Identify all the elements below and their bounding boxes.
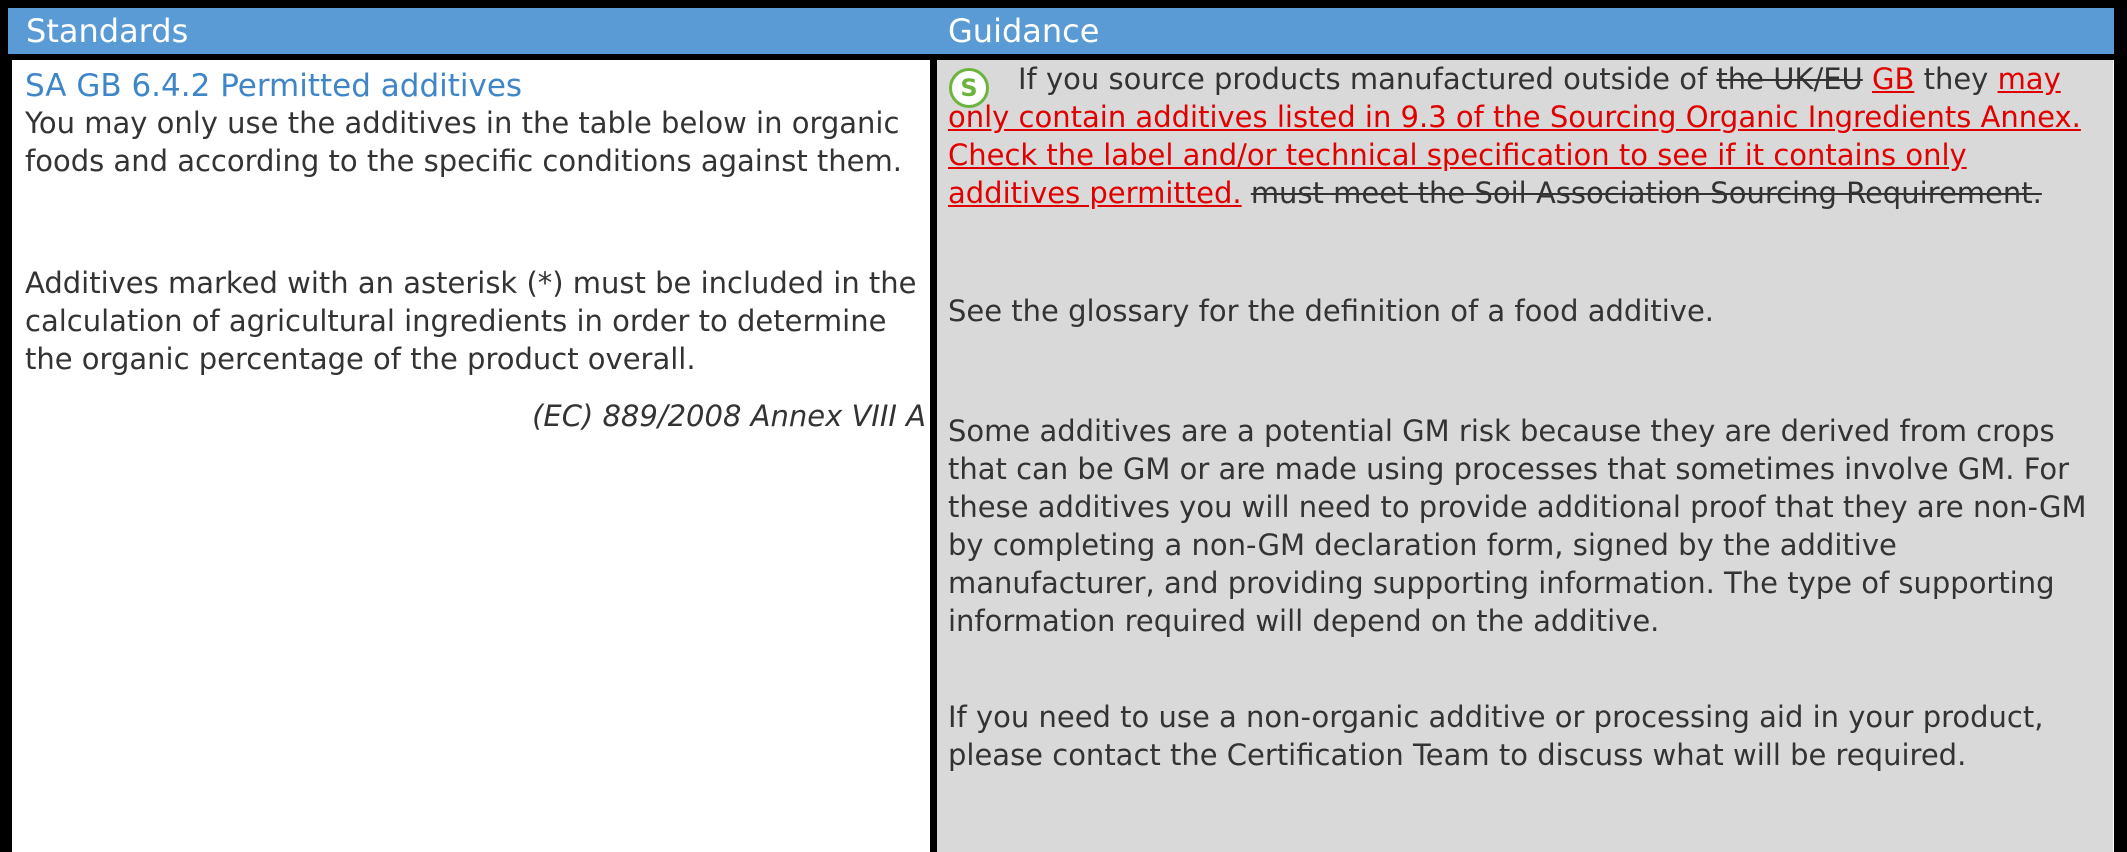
inserted-text-gb: GB xyxy=(1871,62,1915,96)
sourcing-text-b: they xyxy=(1914,62,1998,96)
table-border-column-divider xyxy=(929,0,937,852)
standards-guidance-table: Standards Guidance SA GB 6.4.2 Permitted… xyxy=(0,0,2127,852)
guidance-paragraph-glossary: See the glossary for the definition of a… xyxy=(948,294,1715,328)
sourcing-text-a: If you source products manufactured outs… xyxy=(1018,62,1717,96)
column-header-standards: Standards xyxy=(8,8,934,54)
guidance-cell: S If you source products manufactured ou… xyxy=(937,60,2113,852)
column-header-guidance: Guidance xyxy=(934,8,2114,54)
guidance-paragraph-contact: If you need to use a non-organic additiv… xyxy=(948,700,2044,772)
guidance-paragraph-gm-risk: Some additives are a potential GM risk b… xyxy=(948,414,2087,638)
standard-paragraph-1: You may only use the additives in the ta… xyxy=(25,106,902,178)
deleted-text-sourcing-requirement: must meet the Soil Association Sourcing … xyxy=(1250,176,2042,210)
table-border-right xyxy=(2114,0,2127,852)
sourcing-space xyxy=(1863,62,1872,96)
standard-paragraph-2: Additives marked with an asterisk (*) mu… xyxy=(25,266,917,376)
deleted-text-uk-eu: the UK/EU xyxy=(1716,62,1863,96)
table-border-top xyxy=(0,0,2127,8)
table-border-left xyxy=(0,0,8,852)
standards-cell: SA GB 6.4.2 Permitted additives You may … xyxy=(12,60,930,852)
standard-title: SA GB 6.4.2 Permitted additives xyxy=(25,68,523,104)
guidance-paragraph-sourcing: If you source products manufactured outs… xyxy=(948,60,2108,212)
regulation-reference: (EC) 889/2008 Annex VIII A xyxy=(532,399,926,433)
